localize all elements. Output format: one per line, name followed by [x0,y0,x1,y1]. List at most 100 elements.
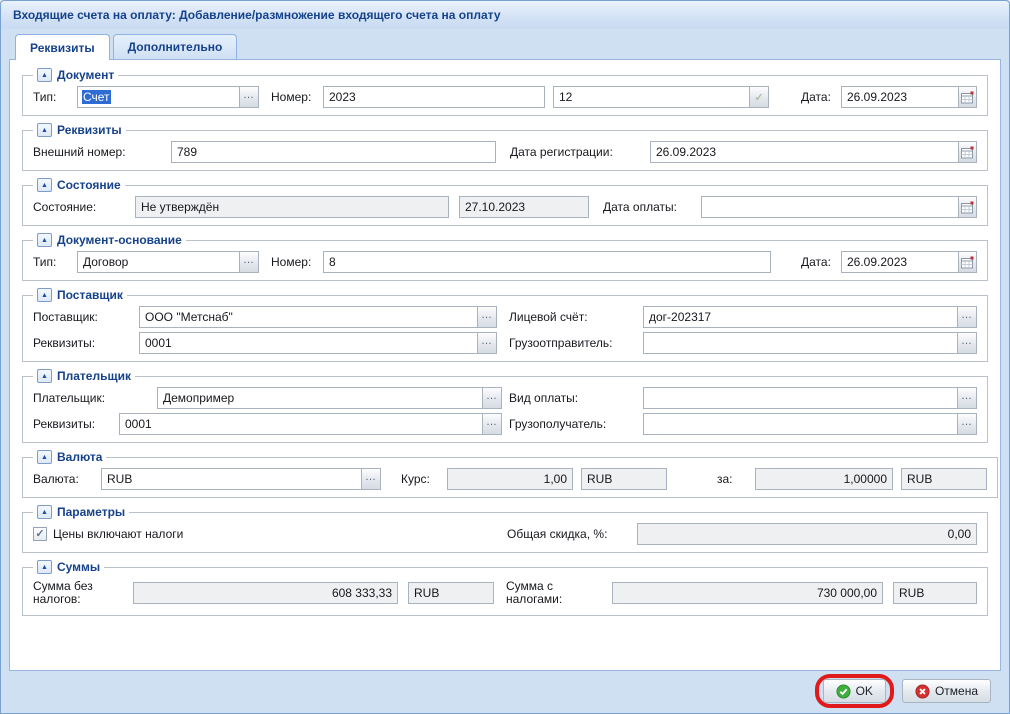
browse-icon: … [961,393,973,399]
field-label-consignee: Грузополучатель: [509,418,635,431]
section-legend: ▲ Состояние [33,178,125,192]
browse-button[interactable]: … [957,307,976,327]
collapse-button[interactable]: ▲ [37,123,52,137]
field-label-sum-net: Сумма без налогов: [33,580,133,606]
browse-icon: … [486,393,498,399]
browse-button[interactable]: … [239,252,258,272]
field-label-requisites: Реквизиты: [33,418,119,431]
consignee-input[interactable] [644,414,957,434]
section-legend: ▲ Поставщик [33,288,127,302]
cancel-button[interactable]: Отмена [902,679,991,703]
browse-button[interactable]: … [482,388,501,408]
document-number-input[interactable] [323,86,545,108]
section-state: ▲ Состояние Состояние: Дата оплаты: [22,178,988,226]
section-base-document: ▲ Документ-основание Тип: … Номер: Дата: [22,233,988,281]
payer-requisites-input[interactable] [120,414,482,434]
document-type-value[interactable]: Счет [78,87,239,107]
reg-date-input[interactable] [651,142,958,162]
tab-rekvizity[interactable]: Реквизиты [15,34,110,60]
collapse-button[interactable]: ▲ [37,450,52,464]
payment-type-input[interactable] [644,388,957,408]
field-label-type: Тип: [33,91,77,104]
section-sums: ▲ Суммы Сумма без налогов: Сумма с налог… [22,560,988,616]
field-label-rate: Курс: [401,473,447,486]
section-currency: ▲ Валюта Валюта: … Курс: за: [22,450,998,498]
calendar-icon [961,256,974,269]
tab-label: Реквизиты [30,41,95,55]
section-title: Документ-основание [57,233,182,247]
calendar-button[interactable] [958,197,976,217]
collapse-button[interactable]: ▲ [37,560,52,574]
currency-combo: … [101,468,381,490]
tab-dopolnitelno[interactable]: Дополнительно [113,34,238,59]
section-legend: ▲ Документ-основание [33,233,186,247]
document-number2-input[interactable] [554,87,749,107]
document-date-input[interactable] [842,87,958,107]
rate-currency-field [581,468,667,490]
collapse-icon: ▲ [41,127,48,134]
shipper-input[interactable] [644,333,957,353]
checkbox-prices-include-taxes[interactable]: ✓ [33,527,47,541]
field-label-payer: Плательщик: [33,392,157,405]
collapse-icon: ▲ [41,564,48,571]
consignee-combo: … [643,413,977,435]
browse-button[interactable]: … [477,307,496,327]
browse-icon: … [243,92,255,98]
browse-button[interactable]: … [482,414,501,434]
reg-date-field [650,141,977,163]
currency-input[interactable] [102,469,361,489]
browse-button[interactable]: … [957,414,976,434]
field-label-type: Тип: [33,256,77,269]
section-legend: ▲ Суммы [33,560,104,574]
collapse-button[interactable]: ▲ [37,233,52,247]
state-value-field [135,196,449,218]
browse-button[interactable]: … [957,388,976,408]
collapse-button[interactable]: ▲ [37,288,52,302]
collapse-button[interactable]: ▲ [37,178,52,192]
browse-button[interactable]: … [477,333,496,353]
collapse-button[interactable]: ▲ [37,505,52,519]
cancel-button-label: Отмена [935,684,978,698]
calendar-button[interactable] [958,87,976,107]
ok-button[interactable]: OK [823,679,886,703]
collapse-icon: ▲ [41,454,48,461]
field-label-date: Дата: [801,91,841,104]
collapse-icon: ▲ [41,237,48,244]
browse-button[interactable]: … [239,87,258,107]
calendar-button[interactable] [958,252,976,272]
supplier-requisites-input[interactable] [140,333,477,353]
payer-input[interactable] [158,388,482,408]
pay-date-field [701,196,977,218]
basedoc-number-input[interactable] [323,251,771,273]
collapse-button[interactable]: ▲ [37,369,52,383]
browse-icon: … [961,419,973,425]
browse-button[interactable]: … [361,469,380,489]
section-title: Плательщик [57,369,131,383]
field-label-number: Номер: [271,256,323,269]
document-type-combo: Счет … [77,86,259,108]
basedoc-date-input[interactable] [842,252,958,272]
field-label-external-number: Внешний номер: [33,146,171,159]
section-legend: ▲ Валюта [33,450,106,464]
external-number-input[interactable] [171,141,496,163]
browse-button[interactable]: … [957,333,976,353]
section-title: Состояние [57,178,121,192]
browse-icon: … [961,312,973,318]
supplier-requisites-combo: … [139,332,497,354]
basedoc-type-input[interactable] [78,252,239,272]
check-button[interactable]: ✓ [749,87,768,107]
state-date-field [459,196,589,218]
checkbox-label: Цены включают налоги [53,528,183,541]
collapse-button[interactable]: ▲ [37,68,52,82]
account-input[interactable] [644,307,957,327]
per-value-field [755,468,893,490]
supplier-input[interactable] [140,307,477,327]
calendar-button[interactable] [958,142,976,162]
section-title: Валюта [57,450,102,464]
field-label-reg-date: Дата регистрации: [510,146,642,159]
pay-date-input[interactable] [702,197,958,217]
section-title: Документ [57,68,114,82]
collapse-icon: ▲ [41,182,48,189]
selected-text: Счет [82,90,111,104]
collapse-icon: ▲ [41,509,48,516]
